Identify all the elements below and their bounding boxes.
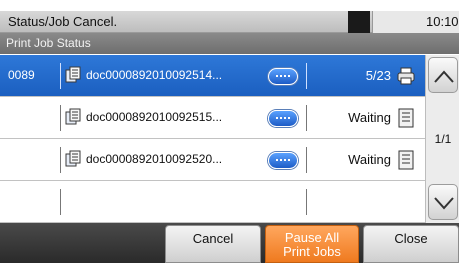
sub-header-title: Print Job Status: [6, 36, 91, 50]
clock-panel: 10:10: [372, 11, 459, 33]
title-bar-indicator: [348, 11, 370, 33]
job-status: 5/23: [365, 68, 391, 83]
job-id: 0089: [8, 68, 35, 82]
page-indicator: 1/1: [434, 132, 452, 146]
job-name: doc0000892010092520...: [86, 152, 223, 166]
document-stack-icon: [65, 150, 81, 167]
title-bar: Status/Job Cancel. 10:10: [0, 11, 459, 33]
chevron-down-icon: [434, 197, 454, 210]
scroll-up-button[interactable]: [428, 57, 458, 93]
job-row[interactable]: doc0000892010092520... Waiting: [0, 139, 425, 181]
job-status: Waiting: [348, 110, 391, 125]
document-stack-icon: [65, 66, 81, 83]
cancel-label: Cancel: [192, 231, 234, 246]
scroll-panel: 1/1: [425, 55, 459, 223]
job-row[interactable]: doc0000892010092515... Waiting: [0, 97, 425, 139]
chevron-up-icon: [434, 70, 454, 83]
sub-header: Print Job Status: [0, 33, 459, 54]
job-name: doc0000892010092514...: [86, 68, 223, 82]
scroll-down-button[interactable]: [428, 184, 458, 220]
job-row-empty: [0, 181, 425, 223]
job-detail-button[interactable]: [268, 110, 298, 127]
job-detail-button[interactable]: [268, 152, 298, 169]
job-list: 0089 doc0000892010092514... 5/23 doc0000…: [0, 55, 425, 223]
printer-icon: [397, 67, 415, 85]
waiting-doc-icon: [398, 108, 414, 128]
close-label: Close: [394, 231, 428, 246]
cancel-button[interactable]: Cancel: [165, 225, 261, 263]
pause-all-print-jobs-button[interactable]: Pause All Print Jobs: [265, 225, 359, 263]
waiting-doc-icon: [398, 150, 414, 170]
job-name: doc0000892010092515...: [86, 110, 223, 124]
bottom-bar: Cancel Pause All Print Jobs Close: [0, 223, 459, 263]
screen-title: Status/Job Cancel.: [8, 14, 118, 29]
pause-label-line2: Print Jobs: [283, 243, 341, 259]
job-detail-button[interactable]: [268, 68, 298, 85]
pause-label-line1: Pause All: [284, 230, 340, 245]
job-row[interactable]: 0089 doc0000892010092514... 5/23: [0, 55, 425, 97]
clock-time: 10:10: [426, 14, 459, 29]
close-button[interactable]: Close: [363, 225, 459, 263]
job-status: Waiting: [348, 152, 391, 167]
document-stack-icon: [65, 108, 81, 125]
